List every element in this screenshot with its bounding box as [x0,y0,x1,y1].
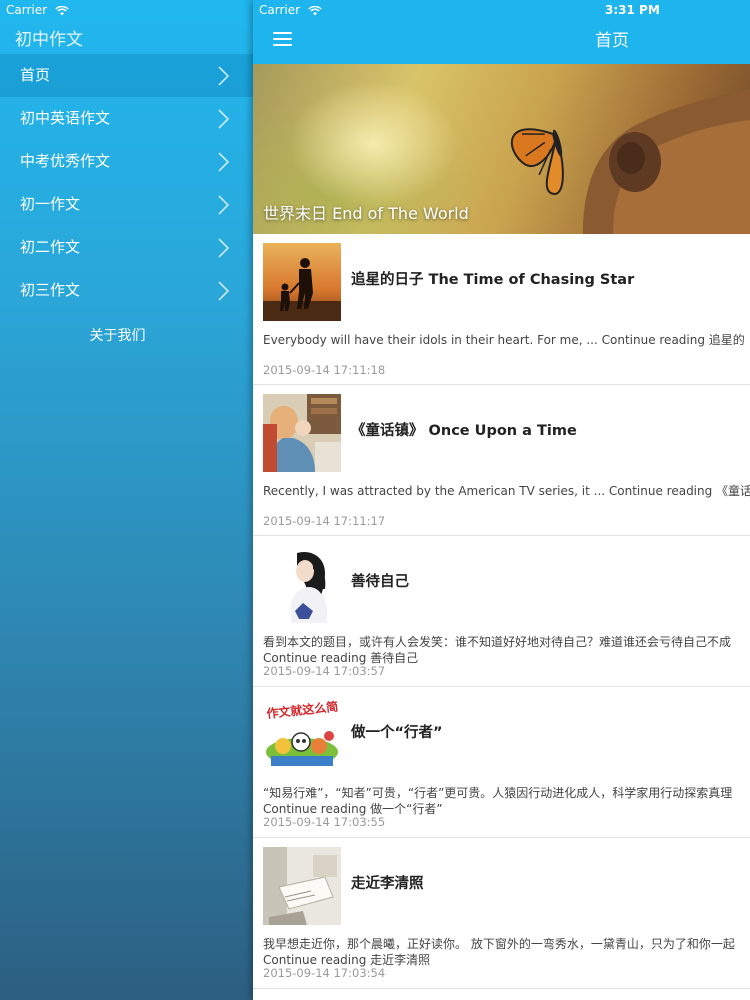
article-title: 走近李清照 [351,876,424,892]
article-excerpt-line: 我早想走近你，那个晨曦，正好读你。 放下窗外的一弯秀水，一黛青山，只为了和你一起 [263,937,735,951]
page-title: 首页 [595,31,629,51]
about-us-link[interactable]: 关于我们 [0,323,235,349]
featured-title: 世界末日 End of The World [263,204,469,223]
article-thumbnail [263,545,341,623]
article-date: 2015-09-14 17:03:55 [263,815,386,829]
article-row[interactable]: 《童话镇》 Once Upon a Time Recently, I was a… [253,385,750,536]
hamburger-icon [273,32,292,34]
sidebar-title: 初中作文 [15,30,83,50]
chevron-right-icon [218,281,230,301]
article-excerpt-line: “知易行难”，“知者”可贵，“行者”更可贵。人猿因行动进化成人，科学家用行动探索… [263,786,733,800]
sidebar-item-label: 首页 [20,66,51,84]
sidebar-item-grade-three[interactable]: 初三作文 [0,269,253,312]
article-thumbnail: 作文就这么简 [263,696,341,774]
article-date: 2015-09-14 17:11:17 [263,514,386,528]
hamburger-icon-line [273,38,292,40]
main-content: Carrier 3:31 PM 首页 世界末日 End of The World… [253,0,750,1000]
article-row[interactable]: 作文就这么简 做一个“行者” “知易行难”，“知者”可贵，“行者”更可贵。人猿因… [253,687,750,838]
status-bar-left: Carrier [6,0,69,20]
article-title: 做一个“行者” [351,725,443,741]
wifi-icon [55,5,69,15]
sidebar-item-junior-english[interactable]: 初中英语作文 [0,97,253,140]
sidebar-item-label: 中考优秀作文 [20,152,111,170]
hamburger-icon-line [273,44,292,46]
article-thumbnail [263,243,341,321]
article-title: 善待自己 [351,574,409,590]
chevron-right-icon [218,109,230,129]
article-title: 《童话镇》 Once Upon a Time [351,423,577,439]
article-row[interactable]: 走近李清照 我早想走近你，那个晨曦，正好读你。 放下窗外的一弯秀水，一黛青山，只… [253,838,750,989]
sidebar-item-label: 初一作文 [20,195,81,213]
article-excerpt: Recently, I was attracted by the America… [263,483,750,499]
article-thumbnail [263,847,341,925]
wifi-icon [308,5,322,15]
article-date: 2015-09-14 17:03:54 [263,966,386,980]
carrier-label: Carrier [6,3,48,17]
article-excerpt: 看到本文的题目，或许有人会发笑：谁不知道好好地对待自己？难道谁还会亏待自己不成 … [263,634,750,666]
featured-article[interactable]: 世界末日 End of The World [253,64,750,234]
article-row[interactable]: 追星的日子 The Time of Chasing Star Everybody… [253,234,750,385]
article-thumbnail [263,394,341,472]
article-excerpt-line: 看到本文的题目，或许有人会发笑：谁不知道好好地对待自己？难道谁还会亏待自己不成 [263,635,732,649]
article-excerpt-line: Recently, I was attracted by the America… [263,484,750,498]
status-bar: Carrier [259,0,322,20]
article-excerpt: 我早想走近你，那个晨曦，正好读你。 放下窗外的一弯秀水，一黛青山，只为了和你一起… [263,936,750,968]
hamburger-menu-button[interactable] [273,32,293,48]
article-excerpt: “知易行难”，“知者”可贵，“行者”更可贵。人猿因行动进化成人，科学家用行动探索… [263,785,750,817]
sidebar-nav: 首页 初中英语作文 中考优秀作文 初一作文 初二作文 初三作文 [0,54,253,312]
article-title: 追星的日子 The Time of Chasing Star [351,272,635,288]
sidebar-item-exam-excellent[interactable]: 中考优秀作文 [0,140,253,183]
sidebar-item-label: 初三作文 [20,281,81,299]
chevron-right-icon [218,152,230,172]
sidebar-item-grade-one[interactable]: 初一作文 [0,183,253,226]
sidebar-item-label: 初中英语作文 [20,109,111,127]
chevron-right-icon [218,238,230,258]
article-row[interactable]: 善待自己 看到本文的题目，或许有人会发笑：谁不知道好好地对待自己？难道谁还会亏待… [253,536,750,687]
carrier-label: Carrier [259,3,301,17]
article-date: 2015-09-14 17:03:57 [263,664,386,678]
nav-bar: Carrier 3:31 PM 首页 [253,0,750,64]
status-time: 3:31 PM [605,3,660,17]
sidebar-item-label: 初二作文 [20,238,81,256]
article-date: 2015-09-14 17:11:18 [263,363,386,377]
article-excerpt-line: Everybody will have their idols in their… [263,333,745,347]
sidebar-menu: Carrier 初中作文 首页 初中英语作文 中考优秀作文 初一作文 初二作文 [0,0,253,1000]
sidebar-item-home[interactable]: 首页 [0,54,253,97]
chevron-right-icon [218,195,230,215]
chevron-right-icon [218,66,230,86]
article-excerpt: Everybody will have their idols in their… [263,332,750,348]
sidebar-item-grade-two[interactable]: 初二作文 [0,226,253,269]
